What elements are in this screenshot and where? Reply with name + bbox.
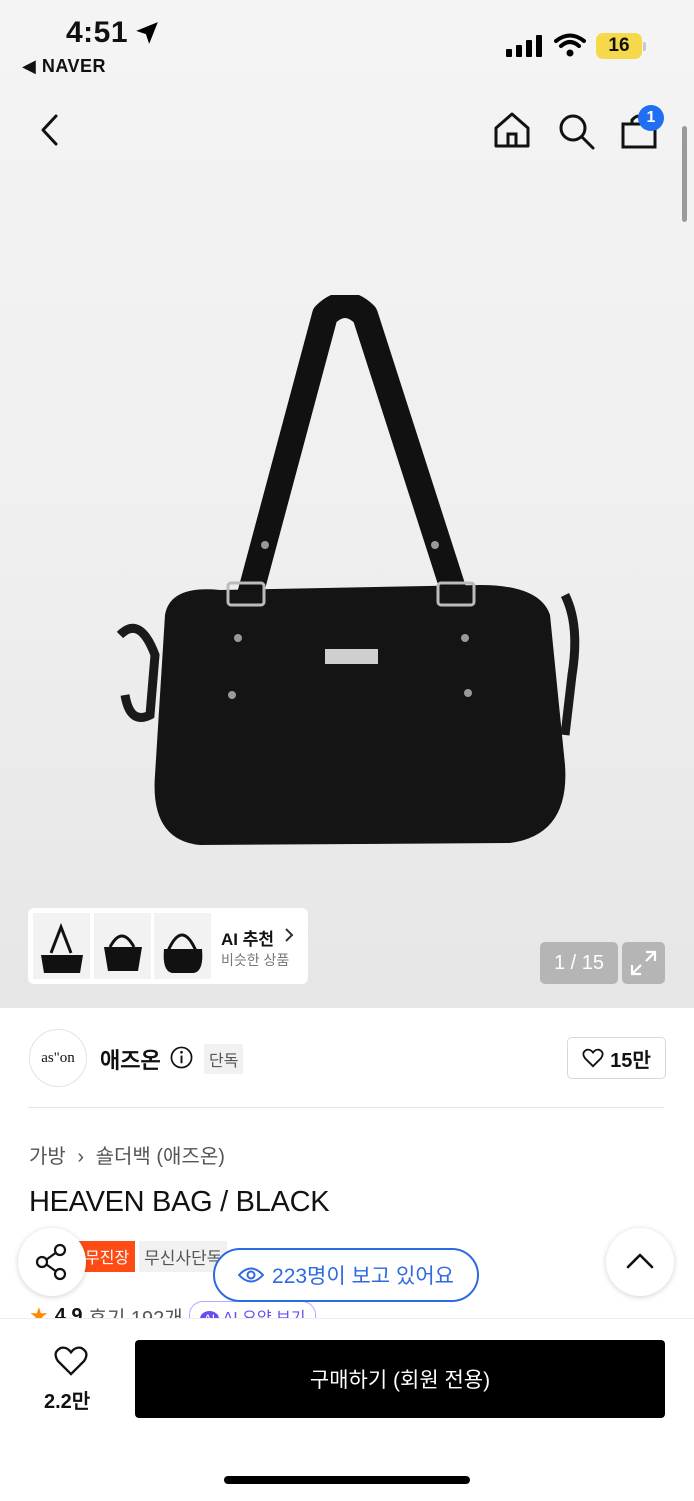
home-icon[interactable] [492,110,532,150]
bag-thumbnail-icon [163,933,203,973]
battery-indicator: 16 [596,33,642,59]
brand-like-count: 15만 [610,1049,651,1072]
breadcrumb: 가방 › 숄더백 (애즈온) [29,1140,225,1169]
eye-icon [238,1267,265,1283]
ai-recommend-title[interactable]: AI 추천 [221,925,274,950]
wishlist-count: 2.2만 [44,1391,91,1413]
home-indicator[interactable] [224,1476,470,1484]
thumbnail-1[interactable] [33,913,90,979]
brand-logo[interactable]: as"on [29,1029,87,1087]
brand-like-button[interactable]: 15만 [567,1037,666,1079]
buy-button[interactable]: 구매하기 (회원 전용) [135,1340,665,1418]
expand-button[interactable] [622,942,665,984]
brand-name[interactable]: 애즈온 [100,1043,161,1075]
scrollbar[interactable] [682,126,687,222]
heart-icon [582,1048,604,1068]
battery-tip [643,42,646,51]
exclusive-tag: 단독 [204,1044,244,1074]
wifi-icon [554,33,586,57]
image-counter: 1 / 15 [540,942,618,984]
expand-icon [630,950,657,976]
wishlist-heart-icon[interactable] [53,1345,89,1377]
info-icon[interactable] [170,1046,193,1069]
search-icon[interactable] [556,111,596,151]
breadcrumb-subcategory[interactable]: 숄더백 (애즈온) [96,1146,225,1168]
breadcrumb-category[interactable]: 가방 [29,1146,66,1168]
share-icon [35,1243,67,1281]
viewers-text: 223명이 보고 있어요 [272,1265,454,1288]
back-arrow-icon[interactable] [38,113,62,147]
share-button[interactable] [18,1228,86,1296]
bag-thumbnail-icon [104,934,142,971]
scroll-top-button[interactable] [606,1228,674,1296]
ai-recommend-subtitle: 비슷한 상품 [221,952,290,968]
product-image [116,295,580,845]
viewers-pill: 223명이 보고 있어요 [213,1248,479,1302]
location-arrow-icon [136,22,158,44]
cart-count-badge: 1 [638,105,664,131]
bag-thumbnail-icon [41,922,83,973]
chevron-right-icon: › [77,1146,85,1168]
thumbnail-2[interactable] [94,913,151,979]
back-to-app-link[interactable]: ◀ NAVER [22,56,106,77]
divider [28,1107,664,1108]
chevron-up-icon [626,1253,654,1269]
chevron-right-icon [285,928,294,942]
status-time: 4:51 [66,16,129,49]
thumbnail-3[interactable] [154,913,211,979]
product-title: HEAVEN BAG / BLACK [29,1186,330,1218]
cellular-signal-icon [506,35,542,57]
